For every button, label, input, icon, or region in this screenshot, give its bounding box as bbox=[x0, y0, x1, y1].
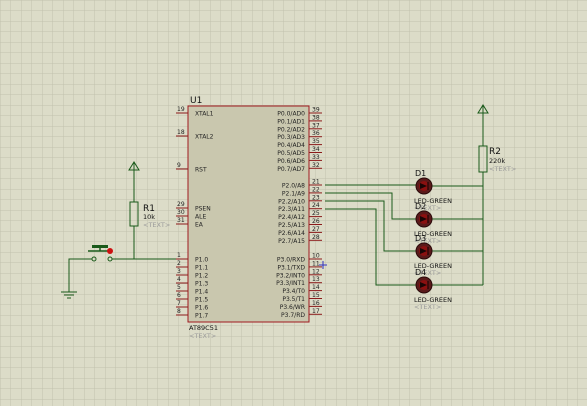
mcu-pin-name: P3.0/RXD bbox=[277, 257, 305, 264]
mcu-pin-number: 28 bbox=[312, 234, 320, 241]
mcu-pin-number: 15 bbox=[312, 292, 320, 299]
r2-value: 220k bbox=[489, 157, 505, 165]
mcu-pin-name: ALE bbox=[195, 214, 206, 221]
mcu-text-placeholder: <TEXT> bbox=[189, 332, 216, 340]
mcu-pin-number: 22 bbox=[312, 186, 320, 193]
mcu-pin-name: P0.2/AD2 bbox=[277, 126, 305, 133]
mcu-pin-name: P3.7/RD bbox=[281, 312, 305, 319]
mcu-pin-number: 38 bbox=[312, 114, 320, 121]
mcu-pin-name: P1.4 bbox=[195, 289, 208, 296]
r1-text-placeholder: <TEXT> bbox=[143, 221, 170, 229]
mcu-pin-name: P3.5/T1 bbox=[282, 296, 305, 303]
mcu-pin-number: 21 bbox=[312, 179, 320, 186]
mcu-pin-number: 2 bbox=[177, 260, 181, 267]
mcu-pin-number: 14 bbox=[312, 284, 320, 291]
mcu-u1[interactable]: U1 AT89C51 <TEXT> 19XTAL118XTAL29RST29PS… bbox=[176, 96, 322, 340]
mcu-pin-name: P0.4/AD4 bbox=[277, 142, 305, 149]
mcu-pin-name: P1.2 bbox=[195, 273, 208, 280]
mcu-pin-number: 36 bbox=[312, 130, 320, 137]
mcu-pin-name: P2.6/A14 bbox=[278, 230, 305, 237]
mcu-pin-number: 9 bbox=[177, 162, 181, 169]
mcu-pin-number: 4 bbox=[177, 276, 181, 283]
mcu-pin-number: 17 bbox=[312, 308, 320, 315]
mcu-pin-number: 12 bbox=[312, 268, 320, 275]
mcu-pin-number: 34 bbox=[312, 146, 320, 153]
mcu-pin-number: 24 bbox=[312, 202, 320, 209]
mcu-pin-name: P3.6/WR bbox=[280, 304, 305, 311]
mcu-part: AT89C51 bbox=[189, 324, 218, 332]
mcu-pin-name: P1.7 bbox=[195, 313, 208, 320]
mcu-pin-number: 26 bbox=[312, 218, 320, 225]
mcu-pin-name: P0.6/AD6 bbox=[277, 158, 305, 165]
mcu-pin-number: 11 bbox=[312, 260, 320, 267]
mcu-pin-number: 35 bbox=[312, 138, 320, 145]
mcu-pin-number: 27 bbox=[312, 226, 320, 233]
mcu-pin-name: P1.3 bbox=[195, 281, 208, 288]
mcu-right-pins: 39 P0.0/AD0 38 P0.1/AD1 37 P0.2/AD2 36 P0.3/AD3… bbox=[276, 107, 322, 319]
led-ref: D1 bbox=[415, 169, 426, 178]
mcu-pin-name: EA bbox=[195, 222, 204, 229]
mcu-pin-name: PSEN bbox=[195, 206, 211, 213]
mcu-pin-number: 3 bbox=[177, 268, 181, 275]
mcu-pin-name: P2.7/A15 bbox=[278, 238, 305, 245]
mcu-pin-name: RST bbox=[195, 167, 207, 174]
mcu-pin-number: 33 bbox=[312, 154, 320, 161]
mcu-pin-number: 18 bbox=[177, 129, 185, 136]
mcu-pin-name: P0.1/AD1 bbox=[277, 118, 305, 125]
mcu-pin-name: P1.6 bbox=[195, 305, 208, 312]
mcu-pin-number: 1 bbox=[177, 252, 181, 259]
led-ref: D2 bbox=[415, 202, 426, 211]
mcu-pin-number: 19 bbox=[177, 106, 185, 113]
mcu-pin-number: 8 bbox=[177, 308, 181, 315]
mcu-pin-name: P2.0/A8 bbox=[282, 183, 305, 190]
mcu-pin-number: 25 bbox=[312, 210, 320, 217]
mcu-pin-name: P1.5 bbox=[195, 297, 208, 304]
mcu-pin-number: 16 bbox=[312, 300, 320, 307]
mcu-pin-name: P3.1/TXD bbox=[277, 264, 305, 271]
mcu-pin-name: P3.4/T0 bbox=[282, 288, 305, 295]
mcu-pin-number: 23 bbox=[312, 194, 320, 201]
mcu-pin-name: P2.3/A11 bbox=[278, 206, 305, 213]
led-text-placeholder: <TEXT> bbox=[414, 303, 441, 311]
mcu-pin-name: P2.5/A13 bbox=[278, 222, 305, 229]
r2-ref: R2 bbox=[489, 147, 501, 157]
mcu-pin-name: P0.3/AD3 bbox=[277, 134, 305, 141]
mcu-pin-name: P1.0 bbox=[195, 257, 208, 264]
mcu-pin-number: 7 bbox=[177, 300, 181, 307]
mcu-pin-name: P1.1 bbox=[195, 265, 208, 272]
r1-value: 10k bbox=[143, 213, 155, 221]
led-ref: D3 bbox=[415, 234, 426, 243]
mcu-pin-name: P2.1/A9 bbox=[282, 190, 305, 197]
mcu-pin-number: 37 bbox=[312, 122, 320, 129]
mcu-pin-name: P3.2/INT0 bbox=[276, 272, 305, 279]
mcu-pin-name: P0.5/AD5 bbox=[277, 150, 305, 157]
mcu-pin-number: 30 bbox=[177, 209, 185, 216]
mcu-pin-number: 32 bbox=[312, 162, 320, 169]
mcu-ref: U1 bbox=[190, 96, 202, 106]
mcu-pin-number: 29 bbox=[177, 201, 185, 208]
mcu-pin-name: XTAL1 bbox=[195, 111, 214, 118]
mcu-pin-name: P3.3/INT1 bbox=[276, 280, 305, 287]
button-probe-dot bbox=[107, 248, 113, 254]
mcu-pin-name: P2.2/A10 bbox=[278, 198, 305, 205]
mcu-pin-number: 31 bbox=[177, 217, 185, 224]
led-ref: D4 bbox=[415, 268, 426, 277]
r2-text-placeholder: <TEXT> bbox=[489, 165, 516, 173]
mcu-pin-name: XTAL2 bbox=[195, 134, 214, 141]
mcu-pin-number: 10 bbox=[312, 253, 320, 260]
mcu-pin-name: P0.7/AD7 bbox=[277, 166, 305, 173]
mcu-pin-number: 5 bbox=[177, 284, 181, 291]
mcu-pin-name: P2.4/A12 bbox=[278, 214, 305, 221]
mcu-pin-number: 13 bbox=[312, 276, 320, 283]
mcu-pin-name: P0.0/AD0 bbox=[277, 111, 305, 118]
mcu-pin-number: 39 bbox=[312, 107, 320, 114]
schematic-canvas[interactable]: R1 10k <TEXT> R2 220k <TEXT> U1 AT89C51 … bbox=[0, 0, 587, 406]
mcu-pin-number: 6 bbox=[177, 292, 181, 299]
